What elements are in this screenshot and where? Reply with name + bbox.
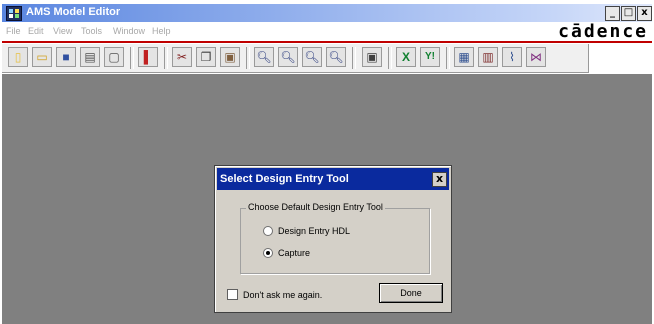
excel-x-icon[interactable]: X xyxy=(396,47,416,67)
cut-icon[interactable]: ✂ xyxy=(172,47,192,67)
group-label: Choose Default Design Entry Tool xyxy=(246,202,385,212)
menubar: File Edit View Tools Window Help cādence xyxy=(2,21,652,42)
zoom-out-icon[interactable]: 🔍︎ xyxy=(278,47,298,67)
toolbar-separator xyxy=(388,47,392,69)
toolbar-separator xyxy=(352,47,356,69)
paste-icon[interactable]: ▣ xyxy=(220,47,240,67)
open-folder-icon[interactable]: ▭ xyxy=(32,47,52,67)
option-capture[interactable]: Capture xyxy=(263,248,310,258)
dialog-close-button[interactable]: x xyxy=(432,172,447,187)
print-icon[interactable]: ▤ xyxy=(80,47,100,67)
dont-ask-again-row[interactable]: Don't ask me again. xyxy=(227,289,322,300)
menu-edit[interactable]: Edit xyxy=(28,26,44,36)
menu-help[interactable]: Help xyxy=(152,26,171,36)
option-design-entry-hdl[interactable]: Design Entry HDL xyxy=(263,226,350,236)
menu-view[interactable]: View xyxy=(53,26,72,36)
window-title: AMS Model Editor xyxy=(26,6,121,18)
maximize-button[interactable]: □ xyxy=(621,6,636,21)
radio-capture[interactable] xyxy=(263,248,273,258)
toolbar-separator xyxy=(246,47,250,69)
radio-design-entry-hdl[interactable] xyxy=(263,226,273,236)
app-icon[interactable] xyxy=(6,6,22,21)
option-label: Design Entry HDL xyxy=(278,226,351,236)
dialog-titlebar: Select Design Entry Tool x xyxy=(217,168,449,190)
toolbar: ▯ ▭ ■ ▤ ▢ ▌ ✂ ❐ ▣ 🔍︎ 🔍︎ 🔍︎ 🔍︎ ▣ X Y! ▦ ▥… xyxy=(2,44,589,73)
minimize-button[interactable]: _ xyxy=(605,6,620,21)
yi-icon[interactable]: Y! xyxy=(420,47,440,67)
menu-divider xyxy=(2,41,652,43)
book-icon[interactable]: ▌ xyxy=(138,47,158,67)
menu-tools[interactable]: Tools xyxy=(81,26,102,36)
done-button[interactable]: Done xyxy=(379,283,443,303)
chart-icon[interactable]: ⋈ xyxy=(526,47,546,67)
cadence-logo: cādence xyxy=(558,21,648,42)
waveform-icon[interactable]: ⌇ xyxy=(502,47,522,67)
dialog-title: Select Design Entry Tool xyxy=(220,173,349,185)
print-preview-icon[interactable]: ▢ xyxy=(104,47,124,67)
checkbox-label: Don't ask me again. xyxy=(243,289,323,300)
dont-ask-again-checkbox[interactable] xyxy=(227,289,238,300)
zoom-fit-icon[interactable]: 🔍︎ xyxy=(302,47,322,67)
window-titlebar: AMS Model Editor _ □ x xyxy=(2,4,652,22)
toolbar-separator xyxy=(164,47,168,69)
menu-window[interactable]: Window xyxy=(113,26,145,36)
document-icon[interactable]: ▥ xyxy=(478,47,498,67)
toolbar-separator xyxy=(446,47,450,69)
zoom-in-icon[interactable]: 🔍︎ xyxy=(254,47,274,67)
window-controls: _ □ x xyxy=(605,6,652,21)
window-icon[interactable]: ▦ xyxy=(454,47,474,67)
close-button[interactable]: x xyxy=(637,6,652,21)
save-icon[interactable]: ■ xyxy=(56,47,76,67)
copy-icon[interactable]: ❐ xyxy=(196,47,216,67)
design-entry-group: Choose Default Design Entry Tool Design … xyxy=(240,202,430,274)
monitor-icon[interactable]: ▣ xyxy=(362,47,382,67)
menu-file[interactable]: File xyxy=(6,26,21,36)
toolbar-separator xyxy=(130,47,134,69)
zoom-area-icon[interactable]: 🔍︎ xyxy=(326,47,346,67)
option-label: Capture xyxy=(278,248,311,258)
select-design-entry-dialog: Select Design Entry Tool x Choose Defaul… xyxy=(214,165,452,313)
new-file-icon[interactable]: ▯ xyxy=(8,47,28,67)
